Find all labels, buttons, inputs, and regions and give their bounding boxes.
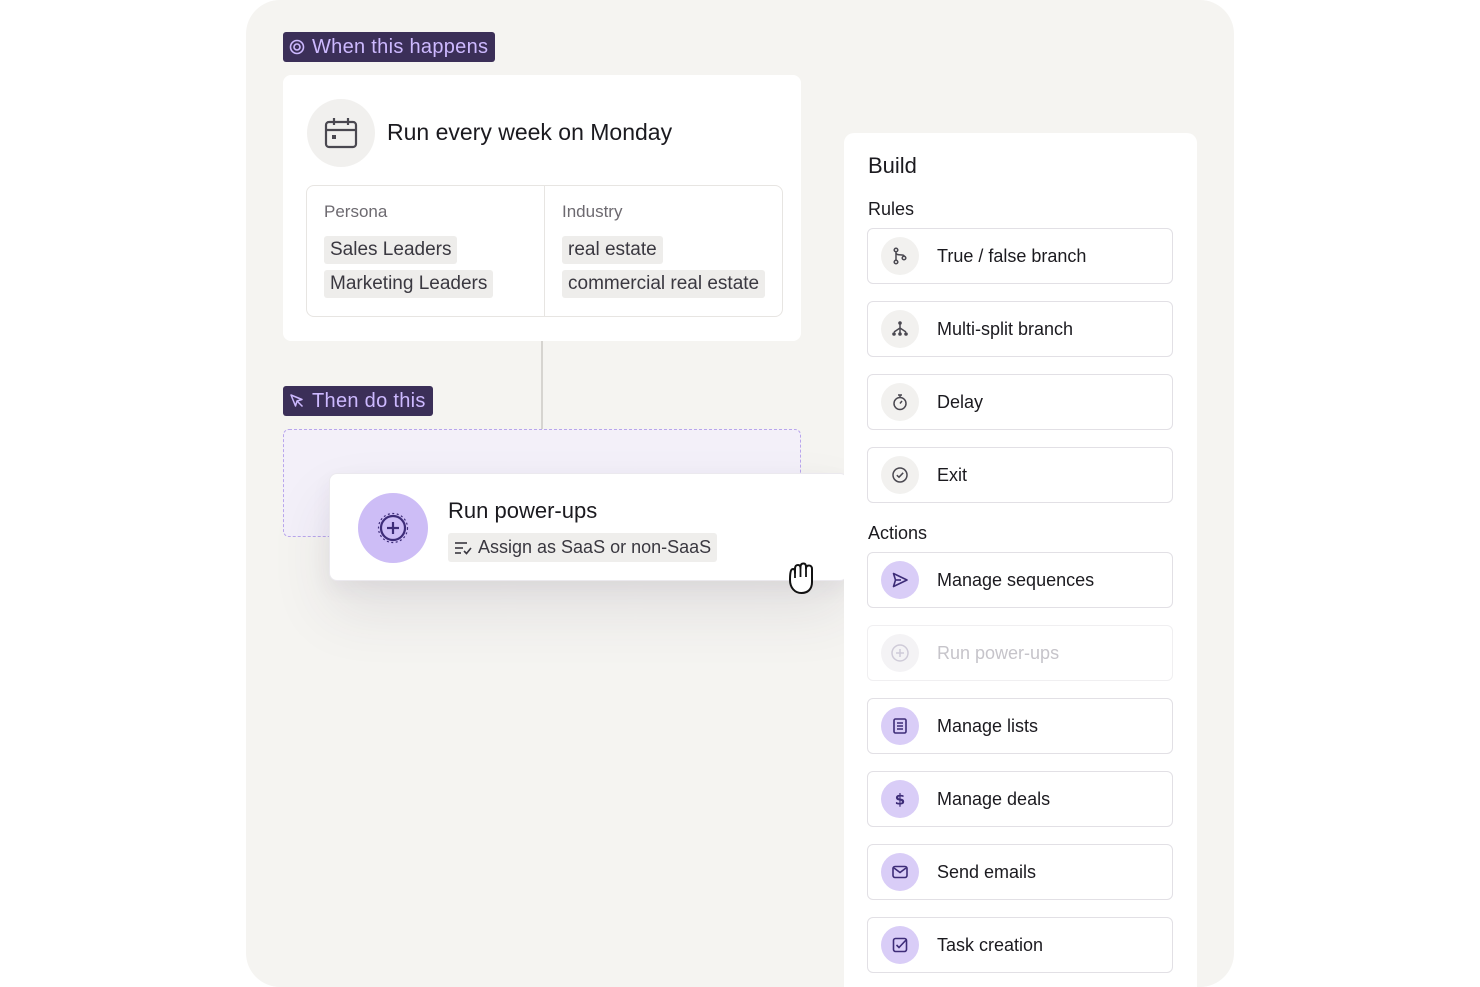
multi-split-icon: [881, 310, 919, 348]
calendar-icon-wrap: [307, 99, 375, 167]
dollar-icon: $: [881, 780, 919, 818]
rule-label: Multi-split branch: [937, 318, 1074, 339]
mail-icon: [881, 853, 919, 891]
filter-chip[interactable]: Marketing Leaders: [324, 270, 494, 298]
calendar-icon: [324, 118, 358, 149]
task-check-icon: [881, 926, 919, 964]
filter-heading: Persona: [324, 202, 388, 221]
filter-table: Persona Sales Leaders Marketing Leaders …: [306, 185, 783, 317]
svg-text:$: $: [895, 791, 905, 809]
action-manage-sequences[interactable]: Manage sequences: [867, 552, 1173, 608]
trigger-tag-label: When this happens: [312, 35, 489, 58]
action-label: Manage sequences: [937, 569, 1095, 590]
dragged-card-subtitle: Assign as SaaS or non-SaaS: [448, 533, 718, 562]
actions-label: Actions: [868, 523, 928, 543]
trigger-title: Run every week on Monday: [387, 119, 673, 145]
dragged-card-subtitle-text: Assign as SaaS or non-SaaS: [478, 537, 712, 557]
action-manage-lists[interactable]: Manage lists: [867, 698, 1173, 754]
power-up-icon-wrap: [358, 493, 428, 563]
filter-chip[interactable]: real estate: [562, 236, 663, 264]
filter-chip[interactable]: commercial real estate: [562, 270, 766, 298]
trigger-tag: When this happens: [283, 32, 496, 62]
action-label: Task creation: [937, 934, 1044, 955]
filter-chip[interactable]: Sales Leaders: [324, 236, 458, 264]
action-send-emails[interactable]: Send emails: [867, 844, 1173, 900]
rule-label: Delay: [937, 391, 984, 412]
action-label: Send emails: [937, 861, 1037, 882]
rule-exit[interactable]: Exit: [867, 447, 1173, 503]
rule-true-false-branch[interactable]: True / false branch: [867, 228, 1173, 284]
branch-icon: [881, 237, 919, 275]
send-icon: [881, 561, 919, 599]
action-tag: Then do this: [283, 386, 433, 416]
rule-label: True / false branch: [937, 245, 1087, 266]
dragged-power-up-card[interactable]: Run power-ups Assign as SaaS or non-SaaS: [329, 473, 848, 581]
list-icon: [881, 707, 919, 745]
build-title: Build: [868, 153, 917, 178]
rules-label: Rules: [868, 199, 915, 219]
action-tag-label: Then do this: [312, 389, 426, 412]
filter-column-persona: Persona Sales Leaders Marketing Leaders: [307, 186, 544, 316]
dragged-card-title: Run power-ups: [448, 498, 598, 523]
action-label: Manage deals: [937, 788, 1051, 809]
cursor-icon: [290, 394, 304, 408]
filter-heading: Industry: [562, 202, 623, 221]
action-run-power-ups[interactable]: Run power-ups: [867, 625, 1173, 681]
trigger-card[interactable]: Run every week on Monday Persona Sales L…: [283, 75, 801, 341]
grab-hand-cursor-icon: [789, 562, 813, 594]
action-label: Manage lists: [937, 715, 1039, 736]
action-task-creation[interactable]: Task creation: [867, 917, 1173, 973]
build-panel: Build Rules True / false branch Multi-sp…: [844, 133, 1197, 987]
action-manage-deals[interactable]: $ Manage deals: [867, 771, 1173, 827]
rule-label: Exit: [937, 464, 968, 485]
list-check-icon: [455, 541, 472, 555]
power-up-icon: [881, 634, 919, 672]
action-label: Run power-ups: [937, 642, 1060, 663]
power-up-icon: [377, 512, 409, 544]
stopwatch-icon: [881, 383, 919, 421]
rule-multi-split-branch[interactable]: Multi-split branch: [867, 301, 1173, 357]
connector-line: [541, 341, 543, 429]
check-circle-icon: [881, 456, 919, 494]
rule-delay[interactable]: Delay: [867, 374, 1173, 430]
filter-column-industry: Industry real estate commercial real est…: [544, 186, 782, 316]
target-icon: [289, 39, 305, 55]
